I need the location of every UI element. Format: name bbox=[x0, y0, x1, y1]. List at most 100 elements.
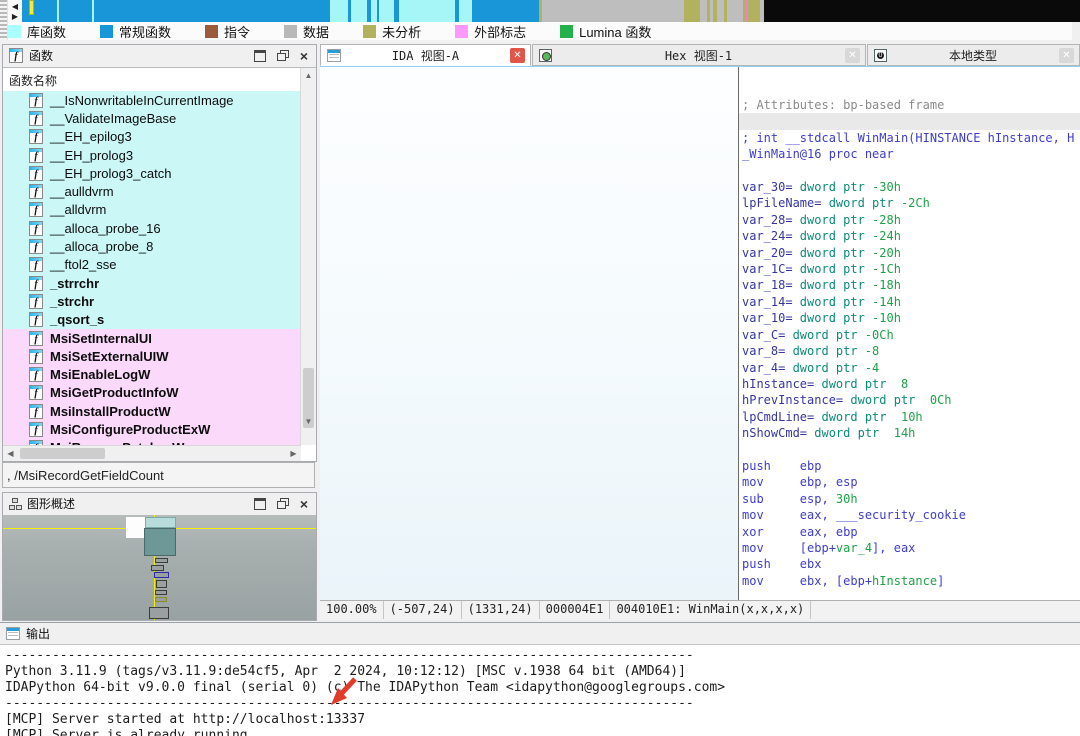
disassembly-line[interactable]: ; Attributes: bp-based frame bbox=[742, 97, 1080, 113]
close-tab-icon[interactable]: ✕ bbox=[845, 48, 860, 63]
disassembly-line[interactable]: hPrevInstance= dword ptr 0Ch bbox=[742, 392, 1080, 408]
disassembly-line[interactable]: var_28= dword ptr -28h bbox=[742, 212, 1080, 228]
disassembly-line[interactable]: var_10= dword ptr -10h bbox=[742, 310, 1080, 326]
output-panel-header[interactable]: 输出 bbox=[0, 623, 1080, 643]
close-icon[interactable]: × bbox=[300, 50, 308, 62]
viewport-rectangle[interactable] bbox=[126, 517, 145, 538]
toolbar-drag-handle[interactable] bbox=[0, 0, 8, 40]
disassembly-line[interactable]: push ebx bbox=[742, 556, 1080, 572]
function-row[interactable]: f__EH_epilog3 bbox=[3, 128, 301, 146]
output-line: [MCP] Server started at http://localhost… bbox=[5, 712, 1080, 728]
column-header-function-name[interactable]: 函数名称 bbox=[3, 68, 316, 90]
disassembly-line[interactable]: var_8= dword ptr -8 bbox=[742, 343, 1080, 359]
functions-panel: f 函数 × 函数名称 f__IsNonwritableInCurrentIma… bbox=[2, 44, 317, 462]
code-token: var_24= bbox=[742, 229, 800, 243]
legend-swatch bbox=[100, 25, 113, 38]
legend-label: 数据 bbox=[303, 22, 329, 41]
function-name: _qsort_s bbox=[50, 312, 104, 327]
navband-scroll-right-icon[interactable]: ▶ bbox=[9, 12, 21, 22]
code-token: ], eax bbox=[872, 541, 915, 555]
disassembly-line[interactable]: var_30= dword ptr -30h bbox=[742, 179, 1080, 195]
disassembly-line[interactable] bbox=[739, 113, 1080, 129]
tab-local-types[interactable]: 0 本地类型 ✕ bbox=[867, 44, 1080, 66]
disassembly-line[interactable]: nShowCmd= dword ptr 14h bbox=[742, 425, 1080, 441]
disassembly-line[interactable]: var_4= dword ptr -4 bbox=[742, 360, 1080, 376]
output-icon bbox=[6, 627, 20, 640]
maximize-icon[interactable] bbox=[254, 50, 266, 62]
graph-overview-header[interactable]: 图形概述 × bbox=[3, 493, 316, 514]
function-name: MsiGetProductInfoW bbox=[50, 385, 179, 400]
function-row[interactable]: fMsiGetProductInfoW bbox=[3, 384, 301, 402]
code-token: var_20= bbox=[742, 246, 800, 260]
close-tab-icon[interactable]: ✕ bbox=[510, 48, 525, 63]
scroll-up-icon[interactable]: ▲ bbox=[301, 68, 316, 83]
function-row[interactable]: f__ValidateImageBase bbox=[3, 109, 301, 127]
code-token: mov ebp, esp bbox=[742, 475, 858, 489]
function-row[interactable]: fMsiConfigureProductExW bbox=[3, 420, 301, 438]
disassembly-line[interactable]: lpFileName= dword ptr -2Ch bbox=[742, 195, 1080, 211]
horizontal-scrollbar[interactable]: ◀ ▶ bbox=[3, 445, 301, 461]
disassembly-line[interactable]: var_C= dword ptr -0Ch bbox=[742, 327, 1080, 343]
legend-item: 数据 bbox=[284, 22, 329, 41]
disassembly-line[interactable]: mov ebx, [ebp+hInstance] bbox=[742, 573, 1080, 589]
disassembly-line[interactable]: ; int __stdcall WinMain(HINSTANCE hInsta… bbox=[742, 130, 1080, 146]
function-row[interactable]: f__EH_prolog3_catch bbox=[3, 164, 301, 182]
navigation-band[interactable] bbox=[0, 0, 1080, 22]
disassembly-node[interactable]: ; Attributes: bp-based frame ; int __std… bbox=[738, 67, 1080, 601]
scroll-down-icon[interactable]: ▼ bbox=[301, 414, 316, 429]
graph-node bbox=[154, 572, 169, 578]
graph-overview-canvas[interactable] bbox=[3, 515, 316, 620]
navband-position-marker[interactable] bbox=[29, 0, 34, 15]
disassembly-line[interactable]: mov eax, ___security_cookie bbox=[742, 507, 1080, 523]
function-row[interactable]: f__alldvrm bbox=[3, 201, 301, 219]
float-window-icon[interactable] bbox=[277, 498, 289, 509]
disassembly-line[interactable]: var_18= dword ptr -18h bbox=[742, 277, 1080, 293]
disassembly-line[interactable]: var_24= dword ptr -24h bbox=[742, 228, 1080, 244]
function-row[interactable]: f__alloca_probe_16 bbox=[3, 219, 301, 237]
function-row[interactable]: f__EH_prolog3 bbox=[3, 146, 301, 164]
float-window-icon[interactable] bbox=[277, 50, 289, 61]
function-row[interactable]: f__alloca_probe_8 bbox=[3, 237, 301, 255]
function-row[interactable]: fMsiEnableLogW bbox=[3, 365, 301, 383]
scroll-right-icon[interactable]: ▶ bbox=[286, 446, 301, 461]
disassembly-line[interactable]: var_1C= dword ptr -1Ch bbox=[742, 261, 1080, 277]
disassembly-line[interactable]: xor eax, ebp bbox=[742, 524, 1080, 540]
disassembly-line[interactable]: _WinMain@16 proc near bbox=[742, 146, 1080, 162]
function-row[interactable]: f_strchr bbox=[3, 292, 301, 310]
close-tab-icon[interactable]: ✕ bbox=[1059, 48, 1074, 63]
disassembly-line[interactable]: mov [ebp+var_4], eax bbox=[742, 540, 1080, 556]
vertical-scrollbar[interactable]: ▲ ▼ bbox=[300, 68, 316, 445]
disassembly-line[interactable]: var_14= dword ptr -14h bbox=[742, 294, 1080, 310]
maximize-icon[interactable] bbox=[254, 498, 266, 510]
tab-hex-view-1[interactable]: Hex 视图-1 ✕ bbox=[532, 44, 866, 66]
scrollbar-thumb[interactable] bbox=[20, 448, 105, 459]
disassembly-line[interactable]: push ebp bbox=[742, 458, 1080, 474]
disassembly-line[interactable]: lpCmdLine= dword ptr 10h bbox=[742, 409, 1080, 425]
disassembly-line[interactable]: var_20= dword ptr -20h bbox=[742, 245, 1080, 261]
output-console[interactable]: ----------------------------------------… bbox=[0, 644, 1080, 736]
tab-ida-view-a[interactable]: IDA 视图-A ✕ bbox=[320, 44, 531, 66]
function-name: MsiConfigureProductExW bbox=[50, 422, 210, 437]
function-row[interactable]: f__aulldvrm bbox=[3, 182, 301, 200]
disassembly-line[interactable]: hInstance= dword ptr 8 bbox=[742, 376, 1080, 392]
function-row[interactable]: f_strrchr bbox=[3, 274, 301, 292]
code-token: dword ptr bbox=[800, 229, 872, 243]
function-row[interactable]: fMsiSetInternalUI bbox=[3, 329, 301, 347]
scroll-left-icon[interactable]: ◀ bbox=[3, 446, 18, 461]
close-icon[interactable]: × bbox=[300, 498, 308, 510]
function-row[interactable]: f_qsort_s bbox=[3, 311, 301, 329]
functions-panel-header[interactable]: f 函数 × bbox=[3, 45, 316, 66]
function-row[interactable]: f__IsNonwritableInCurrentImage bbox=[3, 91, 301, 109]
navband-color-strip[interactable] bbox=[22, 0, 1080, 22]
function-row[interactable]: f__ftol2_sse bbox=[3, 256, 301, 274]
navband-scroll-left-icon[interactable]: ◀ bbox=[9, 2, 21, 12]
code-token: dword ptr bbox=[800, 262, 872, 276]
disassembly-line[interactable] bbox=[742, 442, 1080, 458]
function-row[interactable]: fMsiInstallProductW bbox=[3, 402, 301, 420]
disassembly-line[interactable]: sub esp, 30h bbox=[742, 491, 1080, 507]
function-row[interactable]: fMsiSetExternalUIW bbox=[3, 347, 301, 365]
disassembly-line[interactable]: mov ebp, esp bbox=[742, 474, 1080, 490]
function-icon: f bbox=[29, 276, 43, 291]
ida-view-graph-canvas[interactable]: ; Attributes: bp-based frame ; int __std… bbox=[320, 66, 1080, 601]
disassembly-line[interactable] bbox=[742, 163, 1080, 179]
